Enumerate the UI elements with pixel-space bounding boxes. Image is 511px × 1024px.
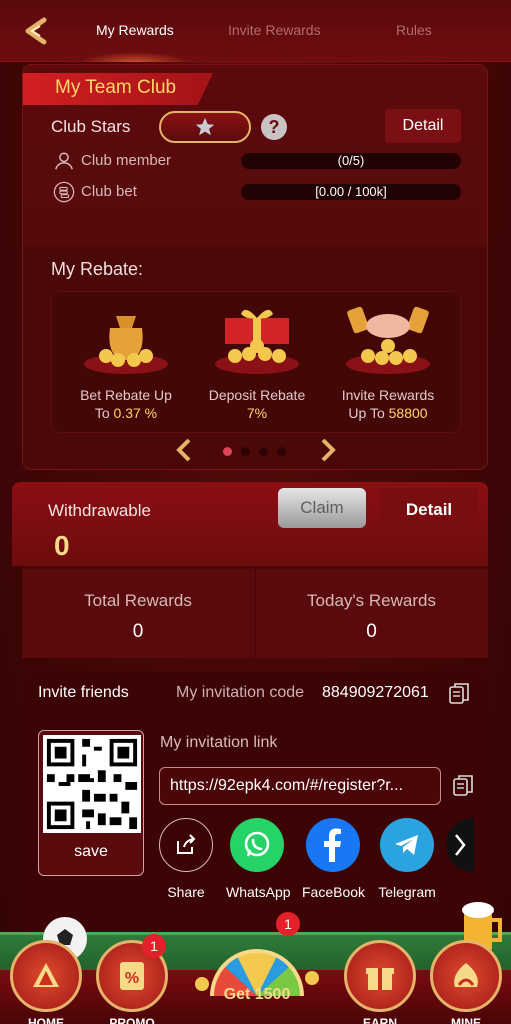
- wheel-reward-label: Get 1500: [223, 986, 291, 1003]
- withdrawable-value: 0: [54, 530, 70, 561]
- withdraw-detail-button[interactable]: Detail: [380, 488, 478, 532]
- rewards-summary: Total Rewards 0 Today's Rewards 0: [22, 566, 488, 661]
- rebate-invite-line1: Invite Rewards: [341, 387, 435, 403]
- wheel-notification-badge: 1: [276, 912, 300, 936]
- nav-mine[interactable]: MINE: [428, 940, 504, 1024]
- coin-stack-icon: [53, 181, 75, 203]
- rebate-bet-line1: Bet Rebate Up: [80, 387, 172, 403]
- invitation-link-field[interactable]: https://92epk4.com/#/register?r...: [159, 767, 441, 805]
- club-stars-badge: [159, 111, 251, 143]
- nav-promo-label: PROMO: [109, 1016, 155, 1024]
- todays-rewards-value: 0: [366, 621, 377, 642]
- share-whatsapp-button[interactable]: WhatsApp: [226, 818, 291, 900]
- star-icon: [195, 117, 215, 136]
- nav-earn-label: EARN: [362, 1016, 397, 1024]
- facebook-icon: [306, 818, 360, 872]
- back-button[interactable]: [18, 14, 52, 48]
- rebate-bet-prefix: To: [94, 405, 114, 421]
- promo-notification-badge: 1: [142, 934, 166, 958]
- help-icon[interactable]: ?: [261, 114, 287, 140]
- carousel-dot[interactable]: [259, 447, 268, 456]
- withdrawable-label: Withdrawable: [48, 501, 151, 520]
- rebate-bet-value: 0.37 %: [113, 405, 158, 421]
- back-logo-icon: [25, 17, 47, 45]
- carousel-dot[interactable]: [223, 447, 232, 456]
- carousel-dot[interactable]: [241, 447, 250, 456]
- total-rewards-value: 0: [132, 621, 144, 642]
- carousel-dots: [223, 447, 286, 456]
- copy-link-icon[interactable]: [452, 774, 474, 798]
- chevron-left-icon[interactable]: [173, 437, 195, 463]
- todays-rewards-column: Today's Rewards 0: [255, 569, 487, 661]
- invite-card: Invite friends My invitation code 884909…: [22, 672, 488, 932]
- rebate-title: My Rebate:: [51, 259, 144, 279]
- handshake-icon: [346, 306, 430, 374]
- gift-box-icon: [215, 309, 299, 374]
- club-title: My Team Club: [55, 77, 177, 98]
- invite-title: Invite friends: [38, 684, 129, 701]
- club-detail-button[interactable]: Detail: [385, 109, 461, 143]
- share-facebook-button[interactable]: FaceBook: [302, 818, 366, 900]
- rebate-invite-value: 58800: [388, 405, 428, 421]
- copy-code-icon[interactable]: [448, 682, 470, 706]
- withdrawable-card: Withdrawable 0 Claim Detail: [12, 482, 488, 566]
- facebook-label: FaceBook: [302, 884, 366, 900]
- total-rewards-column: Total Rewards 0: [22, 569, 254, 661]
- gift-icon: [344, 940, 416, 1012]
- share-telegram-button[interactable]: Telegram: [376, 818, 438, 900]
- share-generic-button[interactable]: Share: [155, 818, 217, 900]
- total-rewards-label: Total Rewards: [84, 591, 192, 610]
- rebate-item-deposit[interactable]: Deposit Rebate 7%: [197, 292, 317, 432]
- chevron-right-icon[interactable]: [317, 437, 339, 463]
- invitation-code-label: My invitation code: [176, 684, 305, 701]
- svg-text:%: %: [125, 970, 139, 987]
- club-stars-label: Club Stars: [51, 117, 131, 136]
- whatsapp-label: WhatsApp: [226, 884, 291, 900]
- money-bag-icon: [84, 316, 168, 374]
- invitation-code-value: 884909272061: [322, 684, 429, 701]
- telegram-icon: [380, 818, 434, 872]
- rebate-carousel: Bet Rebate Up To 0.37 % Deposit Rebate 7…: [51, 291, 461, 433]
- rebate-item-invite[interactable]: Invite Rewards Up To 58800: [328, 292, 448, 432]
- chevron-right-icon: [446, 818, 474, 872]
- whatsapp-icon: [230, 818, 284, 872]
- top-bar: My Rewards Invite Rewards Rules: [0, 0, 511, 62]
- nav-home-label: HOME: [28, 1016, 64, 1024]
- club-bet-progress: [0.00 / 100k]: [241, 184, 461, 200]
- home-icon: [10, 940, 82, 1012]
- bottom-navigation: HOME % 1 PROMO 1 Get 1500 EARN MINE: [0, 902, 511, 1024]
- rebate-invite-prefix: Up To: [348, 405, 389, 421]
- tab-rules[interactable]: Rules: [396, 22, 432, 38]
- telegram-label: Telegram: [378, 884, 436, 900]
- nav-promo[interactable]: % 1 PROMO: [94, 934, 170, 1024]
- team-club-card: My Team Club Club Stars ? Detail Club me…: [22, 64, 488, 470]
- nav-mine-label: MINE: [451, 1016, 481, 1024]
- nav-home[interactable]: HOME: [8, 940, 84, 1024]
- rewards-page: My Rewards Invite Rewards Rules My Team …: [0, 0, 511, 1024]
- club-bet-label: Club bet: [81, 183, 137, 200]
- qr-code-card: save: [38, 730, 144, 876]
- lucky-wheel-button[interactable]: 1: [192, 912, 322, 1024]
- rebate-deposit-value: 7%: [246, 405, 268, 421]
- share-icon: [159, 818, 213, 872]
- todays-rewards-label: Today's Rewards: [307, 591, 436, 610]
- qr-code: [43, 735, 141, 833]
- rebate-item-bet[interactable]: Bet Rebate Up To 0.37 %: [66, 292, 186, 432]
- carousel-dot[interactable]: [277, 447, 286, 456]
- save-qr-button[interactable]: save: [39, 843, 143, 861]
- active-tab-indicator: [80, 52, 190, 62]
- rebate-deposit-line1: Deposit Rebate: [208, 387, 306, 403]
- share-more-button[interactable]: [446, 818, 474, 872]
- nav-earn[interactable]: EARN: [342, 940, 418, 1024]
- tab-my-rewards[interactable]: My Rewards: [96, 22, 174, 38]
- user-icon: [53, 150, 75, 172]
- invitation-link-label: My invitation link: [160, 734, 278, 751]
- share-label: Share: [167, 884, 205, 900]
- club-member-label: Club member: [81, 152, 172, 169]
- club-member-progress: (0/5): [241, 153, 461, 169]
- claim-button[interactable]: Claim: [278, 488, 366, 528]
- profile-icon: [430, 940, 502, 1012]
- tab-invite-rewards[interactable]: Invite Rewards: [228, 22, 321, 38]
